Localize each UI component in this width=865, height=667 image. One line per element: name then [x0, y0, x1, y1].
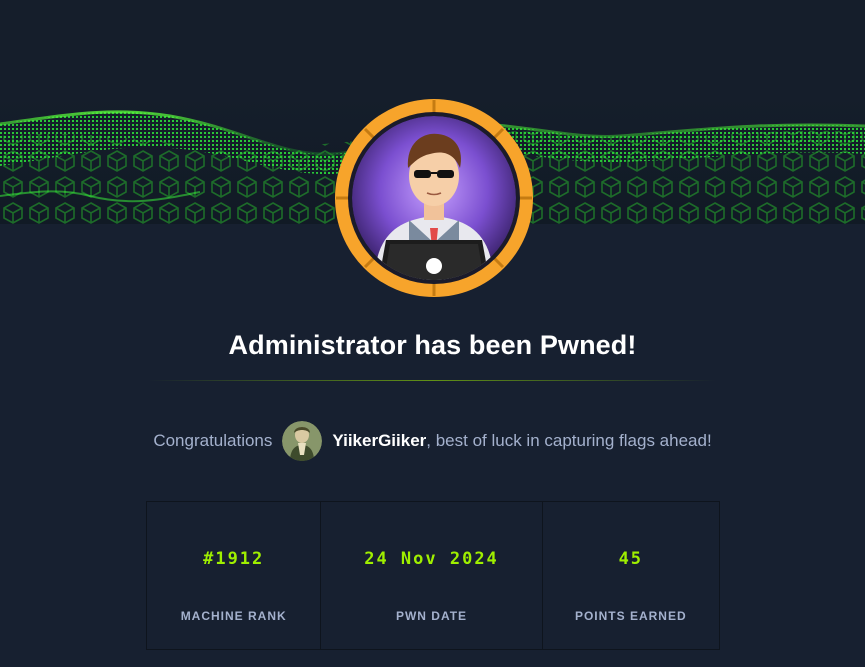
pwn-date-label: PWN DATE [395, 609, 468, 623]
stat-pwn-date: 24 Nov 2024 PWN DATE [321, 502, 543, 649]
user-avatar[interactable] [282, 421, 323, 461]
page-title: Administrator has been Pwned! [228, 330, 637, 360]
top-background [0, 0, 865, 96]
pwned-page: Administrator has been Pwned! Congratula… [0, 0, 865, 667]
congrats-prefix: Congratulations [153, 431, 273, 450]
machine-rank-value: #1912 [203, 549, 265, 569]
machine-rank-label: MACHINE RANK [180, 609, 287, 623]
username-link[interactable]: YiikerGiiker [332, 431, 426, 451]
user-avatar-icon [282, 421, 323, 461]
points-earned-label: POINTS EARNED [574, 609, 687, 623]
stat-machine-rank: #1912 MACHINE RANK [147, 502, 322, 649]
congrats-suffix: , best of luck in capturing flags ahead! [426, 431, 712, 450]
hacker-with-laptop-icon [335, 99, 533, 297]
stat-points-earned: 45 POINTS EARNED [543, 502, 719, 649]
pwn-date-value: 24 Nov 2024 [364, 549, 499, 569]
stats-panel: #1912 MACHINE RANK 24 Nov 2024 PWN DATE … [146, 501, 720, 650]
congratulations-message: Congratulations YiikerGiiker , best of l… [0, 420, 865, 462]
title-divider [148, 380, 716, 381]
machine-avatar [334, 98, 534, 298]
points-earned-value: 45 [618, 549, 644, 569]
